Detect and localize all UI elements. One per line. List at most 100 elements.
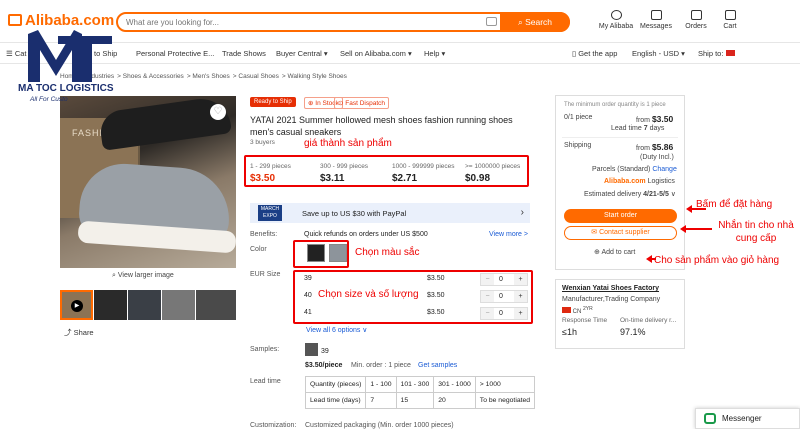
mt-monogram-icon bbox=[28, 30, 112, 82]
minus-icon[interactable]: − bbox=[481, 308, 494, 319]
breadcrumb-item[interactable]: Walking Style Shoes bbox=[288, 73, 347, 80]
cart-label: Cart bbox=[723, 23, 737, 30]
alibaba-logo[interactable]: Alibaba.com bbox=[8, 12, 114, 29]
tier-price: $0.98 bbox=[465, 173, 491, 184]
share-icon: ⤴ bbox=[64, 328, 74, 337]
breadcrumb-item[interactable]: Men's Shoes bbox=[192, 73, 229, 80]
annotation-cart: Cho sản phẩm vào giỏ hàng bbox=[654, 255, 780, 266]
nav-trade-shows[interactable]: Trade Shows bbox=[222, 49, 266, 58]
tier-qty: 300 - 999 pieces bbox=[320, 163, 369, 170]
color-swatch-grey[interactable] bbox=[329, 244, 347, 262]
size-price: $3.50 bbox=[427, 275, 445, 282]
tier-qty: >= 1000000 pieces bbox=[465, 163, 521, 170]
nav-sell[interactable]: Sell on Alibaba.com ▾ bbox=[340, 49, 412, 58]
add-to-cart-label: Add to cart bbox=[601, 249, 636, 256]
messenger-widget[interactable]: Messenger bbox=[695, 408, 800, 429]
parcels-label: Parcels (Standard) bbox=[592, 166, 651, 173]
view-all-options-link[interactable]: View all 6 options ∨ bbox=[306, 326, 367, 334]
table-cell: 1 - 100 bbox=[365, 376, 397, 393]
main-product-image[interactable]: FASHION ♡ bbox=[60, 96, 236, 268]
search-input[interactable] bbox=[126, 16, 486, 29]
table-cell: 20 bbox=[433, 392, 476, 409]
customization-label: Customization: bbox=[250, 422, 297, 429]
quantity-stepper[interactable]: −0 + bbox=[480, 307, 528, 320]
chevron-right-icon: › bbox=[520, 207, 524, 218]
supplier-type: Manufacturer,Trading Company bbox=[562, 296, 661, 303]
supplier-origin: CN 2YR bbox=[562, 306, 593, 315]
nav-buyer-central[interactable]: Buyer Central ▾ bbox=[276, 49, 328, 58]
nav-help[interactable]: Help ▾ bbox=[424, 49, 445, 58]
brand-name: MA TOC LOGISTICS bbox=[18, 83, 114, 94]
tier-price: $3.11 bbox=[320, 173, 345, 184]
size-price: $3.50 bbox=[427, 309, 445, 316]
quantity-stepper[interactable]: −0 + bbox=[480, 290, 528, 303]
contact-supplier-button[interactable]: ✉ Contact supplier bbox=[564, 226, 677, 240]
supplier-years: 2YR bbox=[583, 306, 593, 312]
supplier-name[interactable]: Wenxian Yatai Shoes Factory bbox=[562, 285, 659, 292]
lead-time-table: Quantity (pieces) 1 - 100 101 - 300 301 … bbox=[304, 376, 536, 409]
est-delivery-value: 4/21-5/5 bbox=[643, 191, 669, 198]
share-button[interactable]: ⤴ Share bbox=[64, 327, 94, 338]
product-title: YATAI 2021 Summer hollowed mesh shoes fa… bbox=[250, 115, 513, 137]
message-icon bbox=[650, 10, 662, 20]
table-cell: Lead time (days) bbox=[304, 392, 367, 409]
table-cell: > 1000 bbox=[474, 376, 536, 393]
nav-categories[interactable]: ☰ Cat bbox=[6, 49, 26, 58]
get-app-link[interactable]: ▯ Get the app bbox=[572, 49, 617, 58]
response-time-value: ≤1h bbox=[562, 327, 577, 337]
plus-icon[interactable]: + bbox=[514, 274, 527, 285]
ship-from-label: from bbox=[636, 145, 650, 152]
ship-to-label: Ship to: bbox=[698, 49, 724, 58]
language-selector[interactable]: English - USD ▾ bbox=[632, 49, 685, 58]
supplier-card: Wenxian Yatai Shoes Factory Manufacturer… bbox=[555, 279, 685, 349]
view-larger-link[interactable]: ⌕ View larger image bbox=[112, 272, 174, 280]
start-order-button[interactable]: Start order bbox=[564, 209, 677, 223]
thumbnail[interactable] bbox=[162, 290, 195, 320]
color-swatch-black[interactable] bbox=[307, 244, 325, 262]
get-samples-link[interactable]: Get samples bbox=[418, 362, 457, 369]
from-label: from bbox=[636, 117, 650, 124]
benefits-label: Benefits: bbox=[250, 231, 278, 238]
my-alibaba-button[interactable]: My Alibaba bbox=[594, 10, 638, 30]
add-to-cart-button[interactable]: ⊕ Add to cart bbox=[594, 248, 635, 256]
nav-categories-label: Cat bbox=[14, 49, 27, 58]
size-value: 41 bbox=[304, 309, 312, 316]
thumbnail-video[interactable]: ▶ bbox=[60, 290, 93, 320]
menu-icon: ☰ bbox=[6, 49, 15, 58]
table-cell: To be negotiated bbox=[474, 392, 536, 409]
annotation-size: Chọn size và số lượng bbox=[318, 289, 419, 300]
view-more-link[interactable]: View more > bbox=[489, 231, 528, 238]
ship-to-selector[interactable]: Ship to: bbox=[698, 49, 735, 58]
black-shoe bbox=[97, 96, 233, 151]
sample-thumbnail[interactable] bbox=[305, 343, 318, 356]
change-link[interactable]: Change bbox=[652, 166, 677, 173]
nav-ppe[interactable]: Personal Protective E... bbox=[136, 49, 214, 58]
size-row: 41 $3.50 −0 + bbox=[304, 307, 530, 322]
thumbnail[interactable] bbox=[94, 290, 127, 320]
table-cell: 101 - 300 bbox=[395, 376, 435, 393]
breadcrumb-item[interactable]: Casual Shoes bbox=[238, 73, 278, 80]
search-button[interactable]: ⌕ Search bbox=[500, 12, 570, 32]
thumbnail[interactable] bbox=[196, 290, 236, 320]
minus-icon[interactable]: − bbox=[481, 291, 494, 302]
breadcrumb-item[interactable]: Shoes & Accessories bbox=[123, 73, 184, 80]
duty-note: (Duty Incl.) bbox=[640, 154, 674, 161]
thumbnail[interactable] bbox=[128, 290, 161, 320]
ready-to-ship-badge: Ready to Ship bbox=[250, 97, 296, 107]
search-button-label: Search bbox=[525, 17, 553, 27]
lead-time-label: Lead time bbox=[250, 378, 281, 385]
my-alibaba-label: My Alibaba bbox=[598, 23, 634, 30]
plus-icon[interactable]: + bbox=[514, 308, 527, 319]
minus-icon[interactable]: − bbox=[481, 274, 494, 285]
favorite-heart-icon[interactable]: ♡ bbox=[210, 104, 226, 120]
messages-button[interactable]: Messages bbox=[634, 10, 678, 30]
paypal-promo-banner[interactable]: MARCH EXPO Save up to US $30 with PayPal… bbox=[250, 203, 530, 223]
tier-qty: 1000 - 999999 pieces bbox=[392, 163, 455, 170]
view-larger-label: View larger image bbox=[117, 272, 174, 279]
camera-icon[interactable] bbox=[486, 17, 497, 26]
size-value: 40 bbox=[304, 292, 312, 299]
chevron-down-icon: ∨ bbox=[670, 191, 676, 198]
plus-icon[interactable]: + bbox=[514, 291, 527, 302]
quantity-stepper[interactable]: −0 + bbox=[480, 273, 528, 286]
cart-button[interactable]: Cart bbox=[708, 10, 752, 30]
